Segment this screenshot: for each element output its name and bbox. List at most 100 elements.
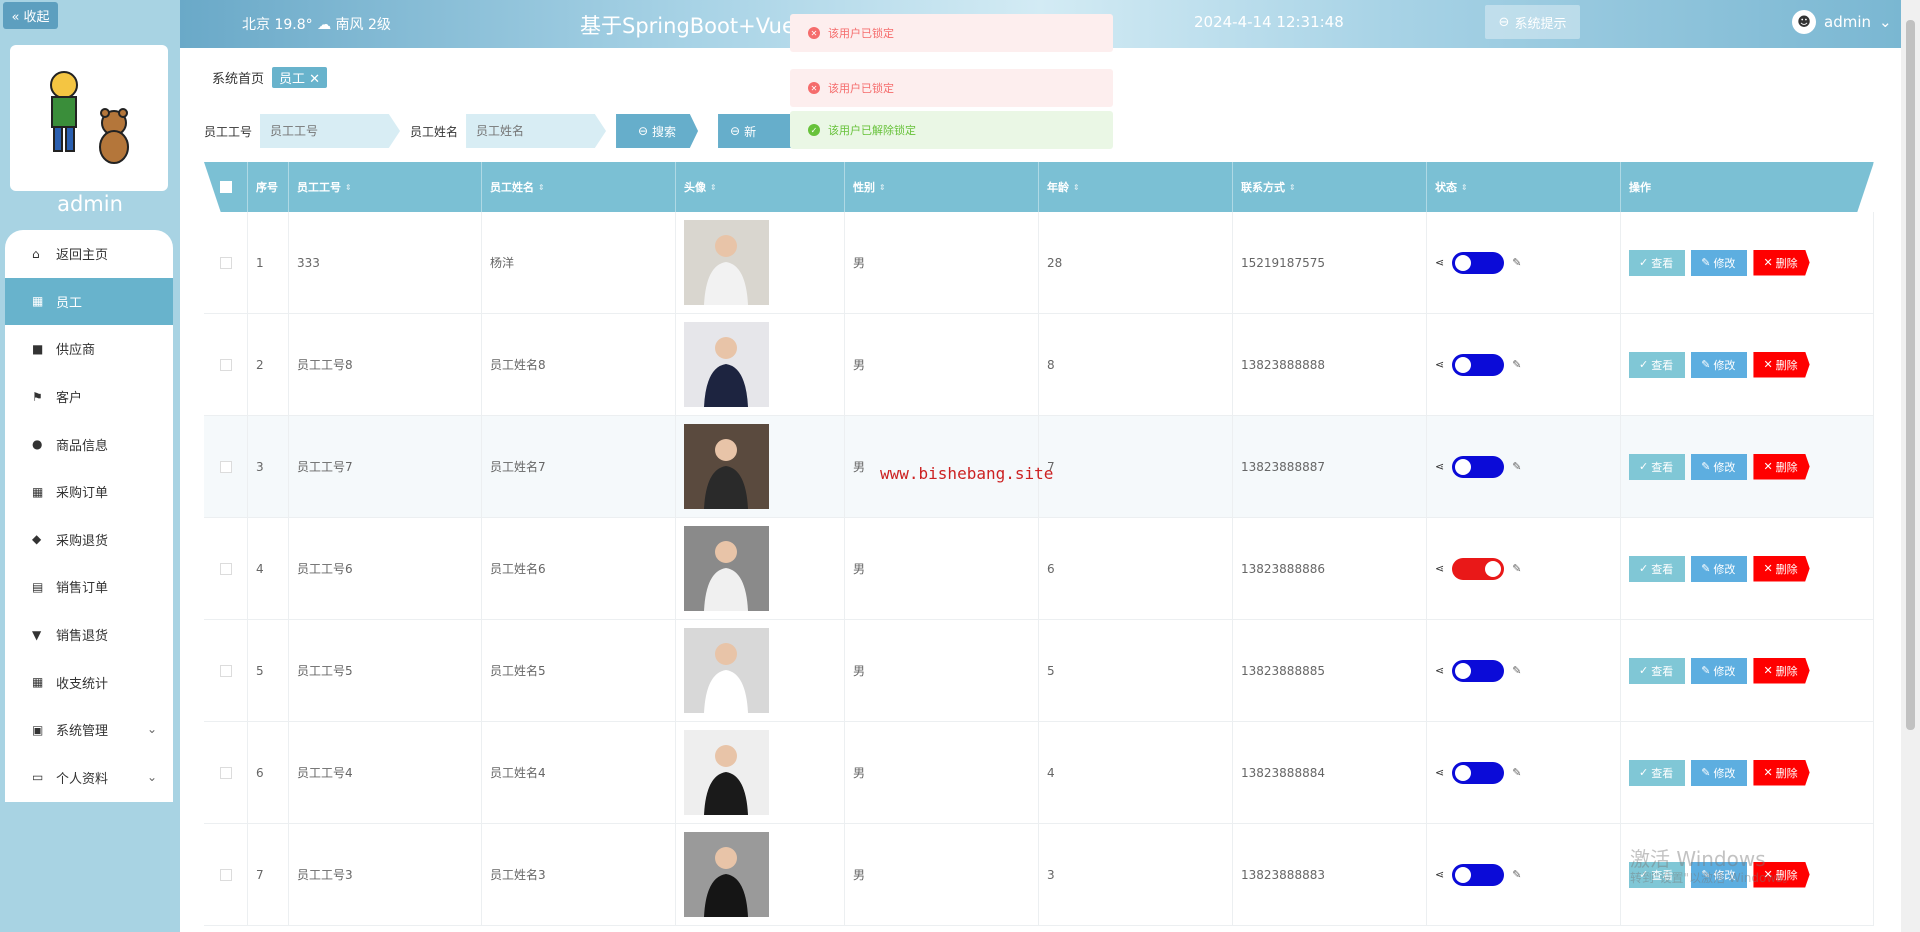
col-employee-id[interactable]: 员工工号 ⇕ xyxy=(289,162,482,212)
view-button[interactable]: ✓ 查看 xyxy=(1629,759,1686,786)
sidebar-item-finance[interactable]: ▦ 收支统计 xyxy=(5,658,173,706)
row-select-cell xyxy=(204,518,248,619)
sort-icon[interactable]: ⇕ xyxy=(1073,183,1080,192)
lock-toggle[interactable] xyxy=(1452,557,1505,580)
share-icon: ⋖ xyxy=(1435,868,1445,881)
col-phone[interactable]: 联系方式 ⇕ xyxy=(1233,162,1427,212)
search-button[interactable]: ⊖ 搜索 xyxy=(616,114,699,148)
lock-toggle[interactable] xyxy=(1452,353,1505,376)
row-select-cell xyxy=(204,212,248,313)
edit-button[interactable]: ✎ 修改 xyxy=(1691,351,1748,378)
windows-activation-title: 激活 Windows xyxy=(1630,847,1766,871)
cell-actions: ✓ 查看 ✎ 修改 ✕ 删除 xyxy=(1621,518,1874,619)
lock-toggle[interactable] xyxy=(1452,761,1505,784)
sidebar-item-supplier[interactable]: ■ 供应商 xyxy=(5,325,173,373)
col-age[interactable]: 年龄 ⇕ xyxy=(1039,162,1233,212)
employee-photo[interactable] xyxy=(684,220,769,305)
col-label: 性别 xyxy=(853,181,875,194)
system-tips-button[interactable]: ⊖ 系统提示 xyxy=(1485,5,1580,39)
sidebar-item-home[interactable]: ⌂ 返回主页 xyxy=(5,230,173,278)
sidebar-item-sales-return[interactable]: ▼ 销售退货 xyxy=(5,611,173,659)
employee-id-input[interactable] xyxy=(260,114,401,148)
view-button[interactable]: ✓ 查看 xyxy=(1629,351,1686,378)
view-button[interactable]: ✓ 查看 xyxy=(1629,249,1686,276)
cell-no: 7 xyxy=(248,824,289,925)
sidebar-item-purchase-return[interactable]: ◆ 采购退货 xyxy=(5,516,173,564)
cell-avatar xyxy=(676,518,845,619)
sidebar-item-customer[interactable]: ⚑ 客户 xyxy=(5,373,173,421)
grid-icon: ▦ xyxy=(32,294,44,309)
plus-icon: ⊖ xyxy=(730,124,741,138)
lock-toggle[interactable] xyxy=(1452,251,1505,274)
scrollbar-thumb[interactable] xyxy=(1906,20,1915,730)
sidebar-item-profile[interactable]: ▭ 个人资料 ⌄ xyxy=(5,754,173,802)
employee-photo[interactable] xyxy=(684,424,769,509)
tab-employee[interactable]: 员工 ✕ xyxy=(272,67,328,88)
employee-photo[interactable] xyxy=(684,832,769,917)
edit-icon: ✎ xyxy=(1512,868,1522,881)
delete-button[interactable]: ✕ 删除 xyxy=(1753,759,1810,786)
lock-toggle[interactable] xyxy=(1452,863,1505,886)
edit-button[interactable]: ✎ 修改 xyxy=(1691,249,1748,276)
delete-button[interactable]: ✕ 删除 xyxy=(1753,657,1810,684)
sort-icon[interactable]: ⇕ xyxy=(345,183,352,192)
edit-button[interactable]: ✎ 修改 xyxy=(1691,453,1748,480)
collapse-button[interactable]: « 收起 xyxy=(3,2,58,29)
sidebar-item-product[interactable]: ● 商品信息 xyxy=(5,420,173,468)
row-checkbox[interactable] xyxy=(219,460,232,473)
add-button[interactable]: ⊖ 新 xyxy=(718,114,801,148)
edit-button[interactable]: ✎ 修改 xyxy=(1691,759,1748,786)
share-icon: ⋖ xyxy=(1435,766,1445,779)
col-status[interactable]: 状态 ⇕ xyxy=(1427,162,1621,212)
row-checkbox[interactable] xyxy=(219,664,232,677)
row-checkbox[interactable] xyxy=(219,868,232,881)
message-icon: ⊖ xyxy=(1498,14,1510,30)
lock-toggle[interactable] xyxy=(1452,455,1505,478)
close-icon[interactable]: ✕ xyxy=(309,72,320,87)
col-employee-name[interactable]: 员工姓名 ⇕ xyxy=(482,162,676,212)
sidebar-item-sales-order[interactable]: ▤ 销售订单 xyxy=(5,563,173,611)
view-button[interactable]: ✓ 查看 xyxy=(1629,453,1686,480)
edit-icon: ✎ xyxy=(1701,664,1711,677)
employee-photo[interactable] xyxy=(684,322,769,407)
employee-photo[interactable] xyxy=(684,526,769,611)
delete-button[interactable]: ✕ 删除 xyxy=(1753,351,1810,378)
sort-icon[interactable]: ⇕ xyxy=(538,183,545,192)
table-row: 2 员工工号8 员工姓名8 男 8 13823888888 ⋖ ✎ ✓ 查看 ✎ 修改 ✕ 删除 xyxy=(204,314,1874,416)
sidebar-item-purchase-order[interactable]: ▦ 采购订单 xyxy=(5,468,173,516)
delete-button[interactable]: ✕ 删除 xyxy=(1753,555,1810,582)
employee-photo[interactable] xyxy=(684,730,769,815)
sort-icon[interactable]: ⇕ xyxy=(879,183,886,192)
edit-button[interactable]: ✎ 修改 xyxy=(1691,555,1748,582)
col-gender[interactable]: 性别 ⇕ xyxy=(845,162,1039,212)
sidebar-item-employee[interactable]: ▦ 员工 xyxy=(5,277,173,326)
sort-icon[interactable]: ⇕ xyxy=(1461,183,1468,192)
cell-employee-id: 员工工号3 xyxy=(289,824,482,925)
employee-name-input[interactable] xyxy=(466,114,607,148)
view-button[interactable]: ✓ 查看 xyxy=(1629,657,1686,684)
row-checkbox[interactable] xyxy=(219,562,232,575)
sort-icon[interactable]: ⇕ xyxy=(1289,183,1296,192)
cell-employee-name: 员工姓名8 xyxy=(482,314,676,415)
col-avatar[interactable]: 头像 ⇕ xyxy=(676,162,845,212)
row-checkbox[interactable] xyxy=(219,256,232,269)
delete-button[interactable]: ✕ 删除 xyxy=(1753,453,1810,480)
row-checkbox[interactable] xyxy=(219,766,232,779)
row-checkbox[interactable] xyxy=(219,358,232,371)
page-scrollbar[interactable] xyxy=(1901,0,1920,932)
view-button[interactable]: ✓ 查看 xyxy=(1629,555,1686,582)
delete-button[interactable]: ✕ 删除 xyxy=(1753,249,1810,276)
employee-photo[interactable] xyxy=(684,628,769,713)
lock-toggle[interactable] xyxy=(1452,659,1505,682)
main-content: 系统首页 员工 ✕ 员工工号 员工姓名 ⊖搜索 ⊖新 序号 员工工号⇕ 员工姓名… xyxy=(180,48,1901,932)
breadcrumb-home[interactable]: 系统首页 xyxy=(212,68,264,87)
edit-button[interactable]: ✎ 修改 xyxy=(1691,657,1748,684)
close-icon: ✕ xyxy=(1763,664,1773,677)
edit-icon: ✎ xyxy=(1512,766,1522,779)
sort-icon[interactable]: ⇕ xyxy=(710,183,717,192)
cell-no: 1 xyxy=(248,212,289,313)
sidebar-item-system[interactable]: ▣ 系统管理 ⌄ xyxy=(5,706,173,754)
select-all-checkbox[interactable] xyxy=(219,181,232,193)
cell-phone: 13823888883 xyxy=(1233,824,1427,925)
user-menu[interactable]: ☻ admin ⌄ xyxy=(1792,10,1892,34)
